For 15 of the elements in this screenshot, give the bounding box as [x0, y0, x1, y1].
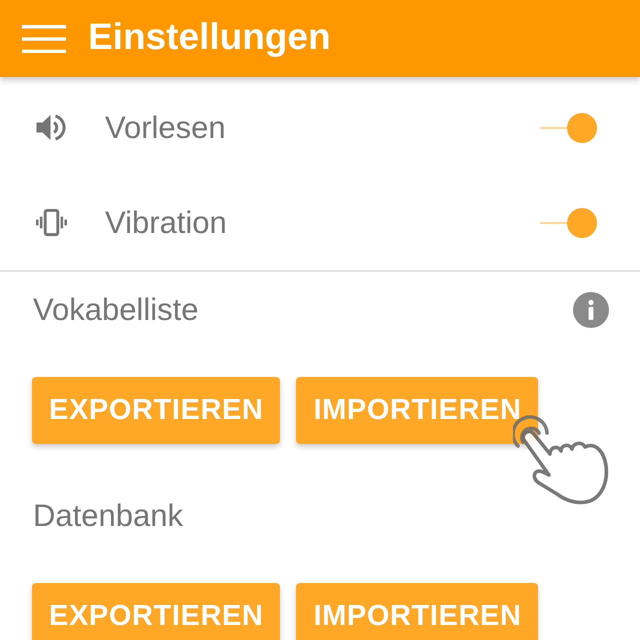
vibration-icon [36, 208, 67, 237]
speaker-icon [36, 113, 67, 142]
info-icon[interactable] [573, 292, 609, 328]
action-button[interactable]: IMPORTIEREN [296, 583, 538, 640]
menu-icon[interactable] [22, 24, 66, 52]
action-button[interactable]: EXPORTIEREN [32, 583, 280, 640]
app-title: Einstellungen [88, 16, 331, 59]
action-button[interactable]: EXPORTIEREN [32, 377, 280, 444]
toggle-switch[interactable] [540, 112, 597, 142]
toggle-switch[interactable] [540, 208, 597, 238]
action-button[interactable]: IMPORTIEREN [296, 377, 538, 444]
setting-label: Vorlesen [105, 110, 227, 146]
setting-label: Vibration [105, 204, 228, 240]
section-title: Datenbank [33, 498, 183, 534]
section-title: Vokabelliste [33, 292, 198, 328]
